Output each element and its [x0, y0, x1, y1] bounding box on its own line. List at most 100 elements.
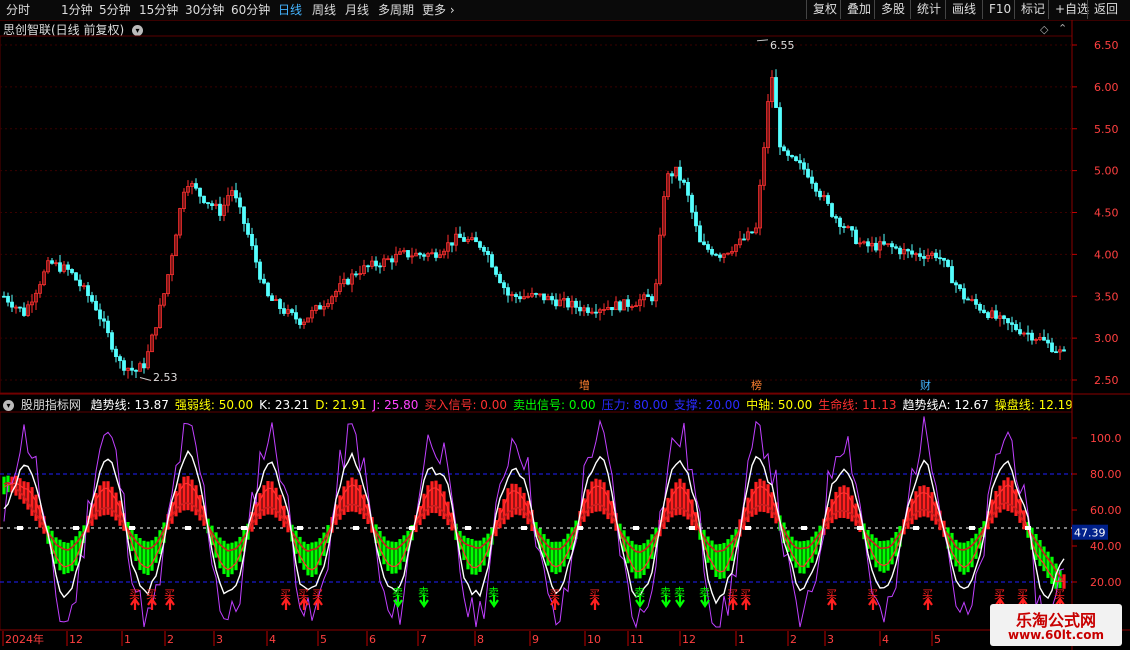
- trend-bar: [190, 479, 194, 512]
- trend-bar: [590, 481, 594, 514]
- candle-body: [498, 274, 502, 284]
- candle-body: [698, 225, 702, 243]
- trend-bar: [1006, 477, 1010, 512]
- trend-bar: [894, 531, 898, 557]
- price-axis-label: 2.50: [1094, 374, 1119, 387]
- candle-body: [842, 226, 846, 228]
- candle-body: [1030, 332, 1034, 341]
- candle-body: [242, 206, 246, 224]
- candle-body: [78, 279, 82, 287]
- time-axis-label: 6: [369, 633, 376, 646]
- candle-body: [22, 307, 26, 316]
- trend-bar: [358, 484, 362, 515]
- candle-body: [194, 183, 198, 189]
- candle-body: [266, 282, 270, 297]
- candle-body: [102, 318, 106, 322]
- trend-bar: [506, 488, 510, 520]
- trend-bar: [350, 477, 354, 512]
- candle-body: [934, 252, 938, 259]
- candle-body: [134, 369, 138, 372]
- indicator-axis-label: 100.0: [1090, 432, 1122, 445]
- candle-body: [802, 162, 806, 170]
- trend-bar: [834, 491, 838, 520]
- midline-marker: [185, 526, 191, 530]
- candle-body: [518, 296, 522, 300]
- candle-body: [994, 310, 998, 319]
- candle-body: [618, 301, 622, 311]
- event-tag: 增: [579, 378, 590, 392]
- trend-bar: [566, 533, 570, 560]
- candle-body: [482, 246, 486, 252]
- trend-bar: [1050, 556, 1054, 584]
- candle-body: [434, 252, 438, 258]
- trend-bar: [846, 487, 850, 519]
- candle-body: [918, 253, 922, 257]
- candle-body: [782, 146, 786, 152]
- trend-bar: [1046, 551, 1050, 578]
- time-axis-label: 12: [682, 633, 696, 646]
- candle-body: [298, 318, 302, 325]
- candle-body: [282, 308, 286, 314]
- candle-body: [474, 237, 478, 243]
- trend-bar: [186, 476, 190, 511]
- candle-body: [702, 241, 706, 245]
- candle-body: [542, 293, 546, 301]
- midline-marker: [745, 526, 751, 530]
- time-axis-label: 5: [320, 633, 327, 646]
- candle-body: [234, 190, 238, 199]
- candle-body: [954, 282, 958, 286]
- midline-marker: [913, 526, 919, 530]
- time-axis-label: 5: [934, 633, 941, 646]
- trend-bar: [562, 538, 566, 567]
- trend-bar: [802, 540, 806, 574]
- candle-body: [1014, 324, 1018, 330]
- candle-body: [1062, 349, 1066, 352]
- price-axis-label: 5.00: [1094, 165, 1119, 178]
- candle-body: [806, 168, 810, 178]
- candle-body: [982, 309, 986, 314]
- midline-marker: [73, 526, 79, 530]
- candle-body: [922, 256, 926, 259]
- trend-bar: [1010, 480, 1014, 513]
- candle-body: [678, 166, 682, 181]
- trend-bar: [66, 542, 70, 574]
- time-axis-label: 2: [790, 633, 797, 646]
- candle-body: [778, 107, 782, 148]
- candle-body: [950, 266, 954, 284]
- price-axis-label: 4.00: [1094, 248, 1119, 261]
- trend-bar: [142, 540, 146, 574]
- trend-bar: [474, 540, 478, 575]
- time-axis-label: 12: [69, 633, 83, 646]
- candle-body: [946, 259, 950, 267]
- candle-body: [354, 273, 358, 276]
- trend-bar: [58, 539, 62, 571]
- trend-bar: [102, 481, 106, 516]
- trend-bar: [762, 480, 766, 513]
- price-axis-label: 4.50: [1094, 207, 1119, 220]
- candle-body: [1054, 351, 1058, 354]
- candle-body: [142, 363, 146, 369]
- trend-bar: [950, 532, 954, 560]
- time-axis-label: 9: [532, 633, 539, 646]
- candle-body: [966, 298, 970, 301]
- candle-body: [578, 306, 582, 312]
- time-axis-label: 4: [882, 633, 889, 646]
- candle-body: [706, 244, 710, 250]
- candle-body: [650, 296, 654, 302]
- candle-body: [854, 229, 858, 244]
- candle-body: [890, 243, 894, 248]
- trend-bar: [598, 479, 602, 512]
- candle-body: [202, 195, 206, 203]
- midline-marker: [297, 526, 303, 530]
- candle-body: [974, 299, 978, 305]
- candle-body: [502, 282, 506, 289]
- midline-marker: [633, 526, 639, 530]
- trend-bar: [2, 476, 6, 495]
- candle-body: [206, 202, 210, 205]
- candle-body: [838, 217, 842, 227]
- event-tag: 榜: [751, 378, 762, 392]
- candle-body: [122, 360, 126, 371]
- candle-body: [270, 295, 274, 301]
- candle-body: [70, 269, 74, 274]
- candle-body: [566, 298, 570, 308]
